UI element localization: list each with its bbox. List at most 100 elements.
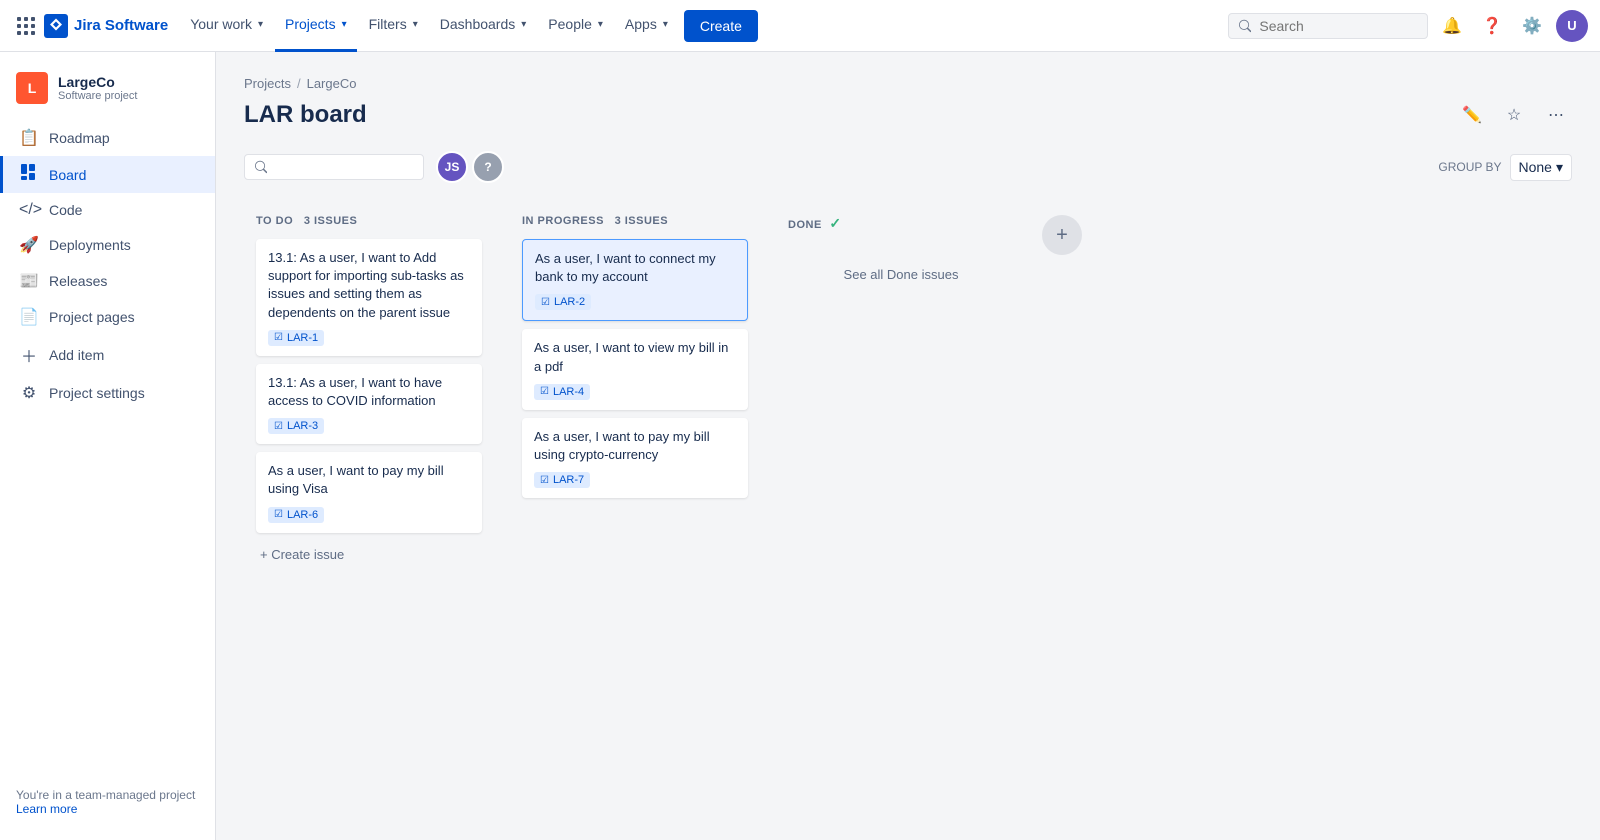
deployments-icon: 🚀 [19,235,39,255]
card-LAR-2[interactable]: As a user, I want to connect my bank to … [522,239,748,321]
card-tag-LAR-7[interactable]: ☑ LAR-7 [534,472,590,488]
nav-projects[interactable]: Projects ▾ [275,0,357,52]
sidebar: L LargeCo Software project 📋 Roadmap Boa… [0,52,216,840]
group-by-select[interactable]: None ▾ [1510,154,1573,181]
create-issue-button[interactable]: + Create issue [256,541,482,568]
sidebar-item-label: Board [49,167,86,183]
column-title-todo: TO DO 3 ISSUES [256,215,357,227]
board-search-input[interactable] [273,159,413,175]
card-text: As a user, I want to pay my bill using c… [534,428,736,464]
learn-more-link[interactable]: Learn more [16,802,77,816]
search-icon [255,160,267,174]
chevron-down-icon: ▾ [1556,159,1563,176]
breadcrumb: Projects / LargeCo [244,76,1572,91]
breadcrumb-largeco[interactable]: LargeCo [307,76,357,91]
member-avatars: JS ? [436,151,504,183]
card-text: As a user, I want to view my bill in a p… [534,339,736,375]
breadcrumb-projects[interactable]: Projects [244,76,291,91]
add-column-button[interactable]: + [1042,215,1082,255]
main-nav: Your work ▾ Projects ▾ Filters ▾ Dashboa… [180,0,1224,52]
sidebar-item-label: Roadmap [49,130,110,146]
nav-filters[interactable]: Filters ▾ [359,0,428,52]
chevron-down-icon: ▾ [413,19,418,30]
member-avatar-1[interactable]: JS [436,151,468,183]
column-header-done: DONE ✓ [788,215,1014,232]
project-header: L LargeCo Software project [0,64,215,120]
chevron-down-icon: ▾ [598,19,603,30]
search-icon [1239,19,1251,33]
sidebar-item-code[interactable]: </> Code [0,193,215,227]
breadcrumb-separator: / [297,76,301,91]
card-footer: ☑ LAR-4 [534,384,736,400]
member-avatar-2[interactable]: ? [472,151,504,183]
sidebar-item-label: Add item [49,347,104,363]
sidebar-item-label: Project pages [49,309,135,325]
project-type: Software project [58,90,137,102]
code-icon: </> [19,201,39,219]
sidebar-item-deployments[interactable]: 🚀 Deployments [0,227,215,263]
sidebar-item-board[interactable]: Board [0,156,215,193]
column-title-done: DONE ✓ [788,215,842,232]
board: TO DO 3 ISSUES 13.1: As a user, I want t… [244,203,1572,580]
chevron-down-icon: ▾ [521,19,526,30]
card-LAR-7[interactable]: As a user, I want to pay my bill using c… [522,418,748,498]
card-LAR-4[interactable]: As a user, I want to view my bill in a p… [522,329,748,409]
card-text: 13.1: As a user, I want to Add support f… [268,249,470,322]
card-tag-LAR-4[interactable]: ☑ LAR-4 [534,384,590,400]
sidebar-bottom: You're in a team-managed project Learn m… [0,776,215,828]
sidebar-item-project-settings[interactable]: ⚙ Project settings [0,375,215,411]
nav-your-work[interactable]: Your work ▾ [180,0,273,52]
notifications-button[interactable]: 🔔 [1436,10,1468,42]
card-footer: ☑ LAR-3 [268,418,470,434]
group-by-area: GROUP BY None ▾ [1438,154,1572,181]
app-switcher-icon[interactable] [12,12,40,40]
card-LAR-1[interactable]: 13.1: As a user, I want to Add support f… [256,239,482,356]
settings-button[interactable]: ⚙️ [1516,10,1548,42]
sidebar-item-add-item[interactable]: ＋ Add item [0,335,215,375]
card-LAR-6[interactable]: As a user, I want to pay my bill using V… [256,452,482,532]
card-tag-LAR-6[interactable]: ☑ LAR-6 [268,507,324,523]
jira-logo[interactable]: Jira Software [44,14,168,38]
card-text: As a user, I want to pay my bill using V… [268,462,470,498]
checkbox-icon: ☑ [540,386,549,397]
board-search-box[interactable] [244,154,424,180]
help-button[interactable]: ❓ [1476,10,1508,42]
column-inprogress: IN PROGRESS 3 ISSUES As a user, I want t… [510,203,760,510]
card-tag-LAR-1[interactable]: ☑ LAR-1 [268,330,324,346]
search-input[interactable] [1259,18,1417,34]
chevron-down-icon: ▾ [342,19,347,30]
card-LAR-3[interactable]: 13.1: As a user, I want to have access t… [256,364,482,444]
sidebar-item-roadmap[interactable]: 📋 Roadmap [0,120,215,156]
checkbox-icon: ☑ [274,509,283,520]
nav-people[interactable]: People ▾ [538,0,613,52]
column-header-todo: TO DO 3 ISSUES [256,215,482,227]
checkbox-icon: ☑ [274,421,283,432]
page-header: LAR board ✏️ ☆ ⋯ [244,99,1572,131]
search-box[interactable] [1228,13,1428,39]
done-check-icon: ✓ [829,215,841,231]
project-info: LargeCo Software project [58,74,137,102]
sidebar-item-label: Project settings [49,385,145,401]
edit-icon-button[interactable]: ✏️ [1456,99,1488,131]
user-avatar[interactable]: U [1556,10,1588,42]
more-options-button[interactable]: ⋯ [1540,99,1572,131]
card-text: 13.1: As a user, I want to have access t… [268,374,470,410]
sidebar-item-project-pages[interactable]: 📄 Project pages [0,299,215,335]
top-navigation: Jira Software Your work ▾ Projects ▾ Fil… [0,0,1600,52]
card-tag-LAR-3[interactable]: ☑ LAR-3 [268,418,324,434]
sidebar-item-releases[interactable]: 📰 Releases [0,263,215,299]
column-header-inprogress: IN PROGRESS 3 ISSUES [522,215,748,227]
group-by-label: GROUP BY [1438,160,1501,174]
logo-text: Jira Software [74,17,168,34]
sidebar-item-label: Deployments [49,237,131,253]
create-button[interactable]: Create [684,10,758,42]
nav-apps[interactable]: Apps ▾ [615,0,678,52]
nav-dashboards[interactable]: Dashboards ▾ [430,0,537,52]
column-done: DONE ✓ See all Done issues [776,203,1026,316]
star-icon-button[interactable]: ☆ [1498,99,1530,131]
column-title-inprogress: IN PROGRESS 3 ISSUES [522,215,668,227]
card-text: As a user, I want to connect my bank to … [535,250,735,286]
see-all-done-button[interactable]: See all Done issues [788,244,1014,304]
card-tag-LAR-2[interactable]: ☑ LAR-2 [535,294,591,310]
group-by-value: None [1519,159,1552,175]
